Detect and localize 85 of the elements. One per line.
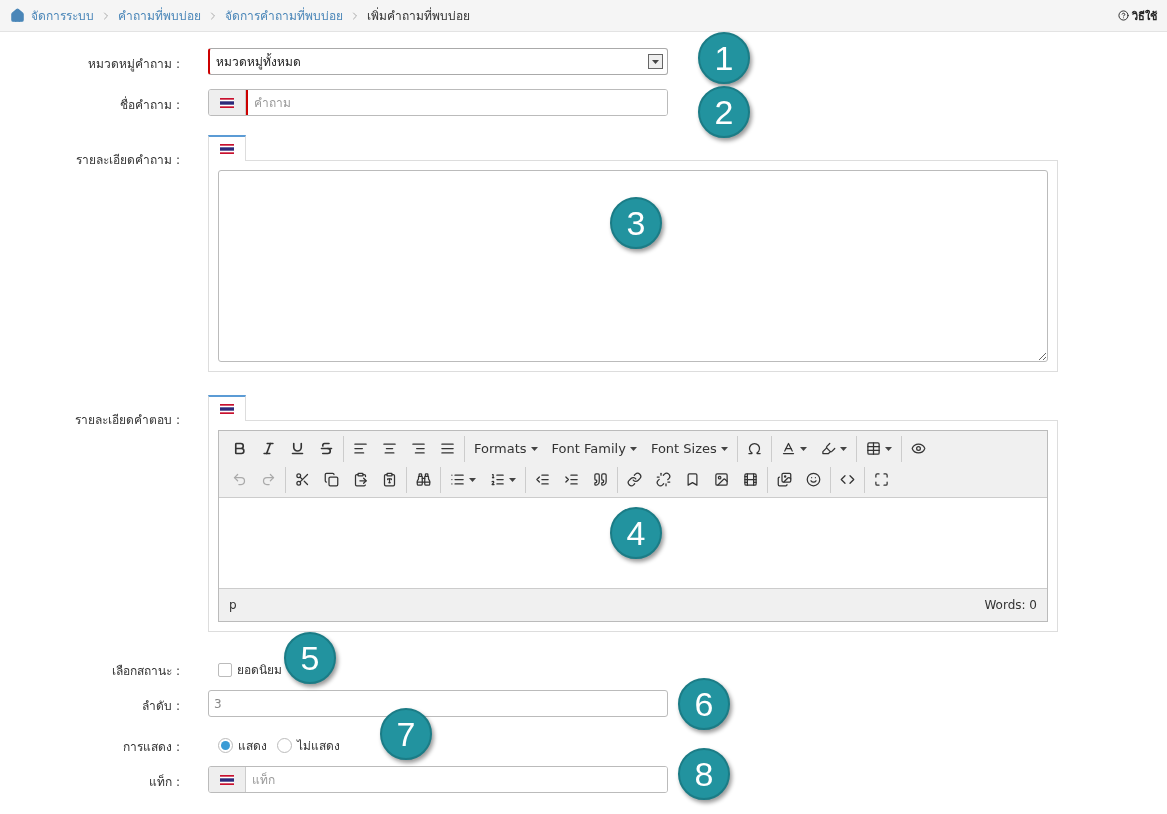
radio-button[interactable] bbox=[277, 738, 292, 753]
redo-icon bbox=[261, 472, 276, 487]
breadcrumb-link[interactable]: จัดการระบบ bbox=[31, 6, 94, 25]
indent-icon bbox=[564, 472, 579, 487]
eye-icon bbox=[910, 441, 926, 456]
film-icon bbox=[743, 472, 758, 487]
number-callout: 1 bbox=[698, 32, 750, 84]
highlight-icon bbox=[820, 441, 836, 456]
undo-icon bbox=[232, 472, 247, 487]
dropdown-menu-button[interactable]: Font Sizes bbox=[643, 435, 735, 462]
omega-icon bbox=[746, 441, 762, 456]
text-color-icon bbox=[780, 441, 796, 456]
breadcrumb-link[interactable]: คำถามที่พบบ่อย bbox=[118, 6, 201, 25]
number-callout: 8 bbox=[678, 748, 730, 800]
order-input-field[interactable]: 3 bbox=[208, 690, 668, 717]
field-label: เลือกสถานะ : bbox=[111, 663, 180, 680]
caret-icon bbox=[509, 477, 516, 482]
text-input-field[interactable]: คำถาม bbox=[208, 89, 668, 116]
caret-icon bbox=[629, 446, 637, 451]
bookmark-icon bbox=[685, 472, 700, 487]
gallery-icon bbox=[777, 472, 792, 487]
flag-icon bbox=[220, 404, 234, 414]
caret-icon bbox=[884, 446, 892, 451]
field-label: การแสดง : bbox=[122, 739, 180, 756]
dropdown-menu-button[interactable]: Formats bbox=[467, 435, 545, 462]
paste-icon bbox=[353, 472, 368, 487]
smiley-icon bbox=[806, 472, 821, 487]
align-right-icon bbox=[411, 441, 426, 456]
fullscreen-icon bbox=[874, 472, 889, 487]
link-icon bbox=[627, 472, 642, 487]
caret-icon bbox=[720, 446, 728, 451]
radio-label: ไม่แสดง bbox=[297, 738, 340, 755]
help-icon bbox=[1118, 10, 1129, 21]
word-count: Words: 0 bbox=[984, 598, 1037, 612]
number-callout: 5 bbox=[284, 632, 336, 684]
flag-icon bbox=[220, 144, 234, 154]
radio-label: แสดง bbox=[238, 738, 267, 755]
number-callout: 2 bbox=[698, 86, 750, 138]
align-center-icon bbox=[382, 441, 397, 456]
help-link[interactable]: วิธีใช้ bbox=[1118, 6, 1157, 25]
numbered-list-icon bbox=[490, 472, 505, 487]
copy-icon bbox=[324, 472, 339, 487]
binoculars-icon bbox=[416, 472, 431, 487]
outdent-icon bbox=[535, 472, 550, 487]
scissors-icon bbox=[295, 472, 310, 487]
flag-icon bbox=[220, 774, 234, 785]
align-justify-icon bbox=[440, 441, 455, 456]
field-label: แท็ก : bbox=[148, 773, 180, 791]
breadcrumb-link[interactable]: จัดการคำถามที่พบบ่อย bbox=[225, 6, 343, 25]
caret-icon bbox=[530, 446, 538, 451]
code-icon bbox=[840, 472, 855, 487]
underline-icon bbox=[290, 441, 305, 456]
image-icon bbox=[714, 472, 729, 487]
dropdown-menu-button[interactable]: Font Family bbox=[544, 435, 644, 462]
breadcrumb-link[interactable]: เพิ่มคำถามที่พบบ่อย bbox=[367, 6, 470, 25]
field-label: รายละเอียดคำตอบ : bbox=[74, 412, 180, 429]
flag-icon bbox=[220, 97, 234, 108]
table-icon bbox=[865, 441, 881, 456]
number-callout: 7 bbox=[380, 708, 432, 760]
strikethrough-icon bbox=[319, 441, 334, 456]
home-icon bbox=[10, 8, 25, 23]
language-tab[interactable] bbox=[208, 135, 246, 161]
field-label: ชื่อคำถาม : bbox=[119, 95, 180, 114]
caret-icon bbox=[652, 59, 659, 64]
text-input-field[interactable]: แท็ก bbox=[208, 766, 668, 793]
language-tab[interactable] bbox=[208, 395, 246, 421]
paste-text-icon bbox=[382, 472, 397, 487]
element-path: p bbox=[229, 598, 237, 612]
unlink-icon bbox=[656, 472, 671, 487]
field-label: รายละเอียดคำถาม : bbox=[75, 152, 180, 169]
caret-icon bbox=[839, 446, 847, 451]
checkbox[interactable] bbox=[218, 662, 232, 677]
caret-icon bbox=[799, 446, 807, 451]
radio-button[interactable] bbox=[218, 738, 233, 753]
field-label: ลำดับ : bbox=[141, 698, 180, 715]
bold-icon bbox=[232, 441, 247, 456]
caret-icon bbox=[469, 477, 476, 482]
field-label: หมวดหมู่คำถาม : bbox=[87, 56, 180, 74]
number-callout: 6 bbox=[678, 678, 730, 730]
checkbox-label: ยอดนิยม bbox=[237, 662, 282, 679]
quote-icon bbox=[593, 472, 608, 487]
italic-icon bbox=[261, 441, 276, 456]
bullet-list-icon bbox=[450, 472, 465, 487]
category-select[interactable]: หมวดหมู่ทั้งหมด bbox=[208, 48, 668, 75]
align-left-icon bbox=[353, 441, 368, 456]
